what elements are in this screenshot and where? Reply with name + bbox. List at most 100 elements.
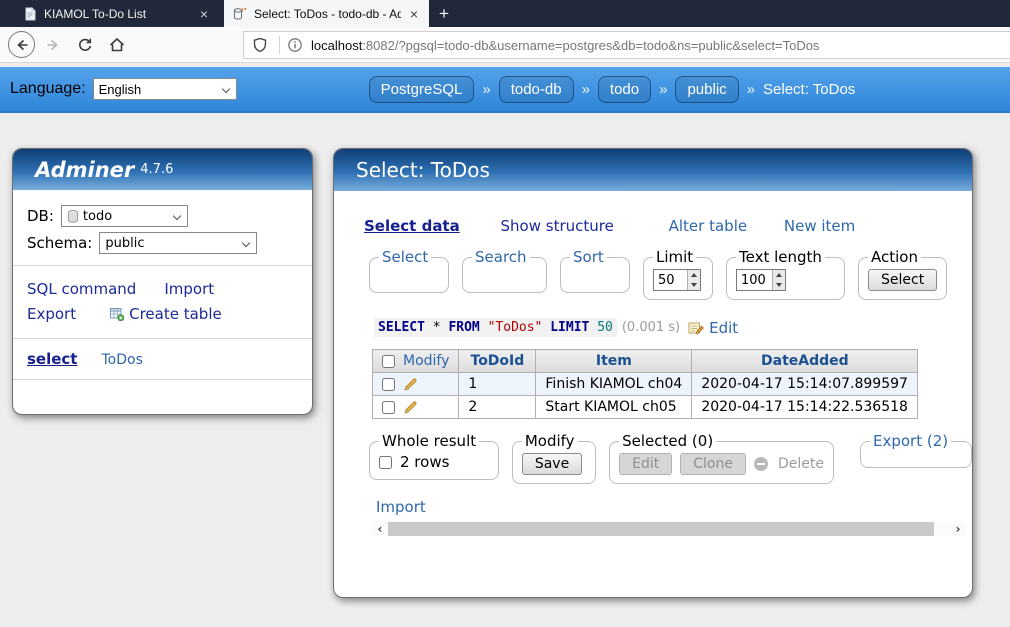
schema-label: Schema: (27, 234, 92, 252)
tab-select-data[interactable]: Select data (364, 217, 460, 235)
sort-fieldset: Sort (560, 248, 630, 293)
breadcrumb-server[interactable]: PostgreSQL (369, 76, 475, 103)
import-result-link[interactable]: Import (376, 498, 426, 516)
select-all-checkbox[interactable] (382, 355, 395, 368)
cell-dateadded: 2020-04-17 15:14:07.899597 (692, 373, 918, 396)
tab-kiamol-todo-list[interactable]: KIAMOL To-Do List × (14, 0, 219, 27)
tab-adminer-select-todos[interactable]: Select: ToDos - todo-db - Admi × (224, 0, 429, 27)
sidebar-actions: SQL command Import Export Create table (13, 277, 312, 327)
back-icon[interactable] (8, 31, 35, 58)
schema-selector-row: Schema: public (27, 232, 298, 254)
modify-column-link[interactable]: Modify (403, 353, 449, 369)
limit-legend: Limit (653, 248, 696, 266)
create-table-icon (110, 307, 124, 321)
create-table-link[interactable]: Create table (129, 305, 222, 323)
edit-pencil-icon[interactable] (403, 400, 418, 415)
cell-todoid: 1 (459, 373, 536, 396)
scroll-right-icon[interactable]: › (950, 522, 966, 536)
sql-command-link[interactable]: SQL command (27, 280, 136, 298)
language-select[interactable]: English (93, 78, 237, 100)
tab-alter-table[interactable]: Alter table (669, 217, 747, 235)
divider (13, 338, 312, 339)
breadcrumb-current-page: Select: ToDos (763, 81, 855, 98)
db-selector-row: DB: todo (27, 205, 298, 227)
refresh-icon[interactable] (71, 31, 99, 59)
horizontal-scrollbar[interactable]: ‹ › (372, 522, 966, 536)
save-button[interactable]: Save (522, 453, 582, 475)
select-table-link[interactable]: select (27, 350, 77, 368)
chevron-down-icon (173, 212, 181, 220)
search-fieldset: Search (462, 248, 547, 293)
divider (279, 36, 280, 54)
cell-todoid: 2 (459, 396, 536, 419)
tab-title: Select: ToDos - todo-db - Admi (254, 7, 401, 21)
db-selected-value: todo (83, 209, 112, 224)
forward-icon[interactable] (39, 31, 67, 59)
cell-item: Start KIAMOL ch05 (536, 396, 692, 419)
chevron-down-icon (242, 239, 250, 247)
column-header-item[interactable]: Item (545, 353, 682, 369)
scrollbar-thumb[interactable] (388, 522, 934, 536)
spinner-buttons[interactable] (772, 270, 785, 290)
edit-query-icon (688, 320, 704, 336)
query-time: (0.001 s) (622, 320, 680, 335)
breadcrumb-schema[interactable]: public (675, 76, 738, 103)
edit-query-link[interactable]: Edit (709, 319, 738, 337)
action-fieldset: Action Select (858, 248, 947, 300)
url-bar[interactable]: localhost:8082/?pgsql=todo-db&username=p… (243, 31, 1010, 59)
result-table: Modify ToDoId Item DateAdded (372, 349, 918, 419)
limit-input[interactable]: 50 (653, 269, 701, 291)
column-header-dateadded[interactable]: DateAdded (701, 353, 908, 369)
language-selected-value: English (99, 82, 142, 97)
sort-link[interactable]: Sort (573, 248, 604, 266)
close-icon[interactable]: × (408, 6, 420, 22)
sql-query: SELECT * FROM "ToDos" LIMIT 50 (374, 318, 617, 337)
search-link[interactable]: Search (475, 248, 527, 266)
database-favicon (233, 7, 247, 21)
spinner-buttons[interactable] (687, 270, 700, 290)
page-title: Select: ToDos (334, 149, 972, 191)
new-tab-button[interactable]: + (429, 0, 459, 27)
info-icon[interactable] (287, 37, 303, 53)
edit-pencil-icon[interactable] (403, 377, 418, 392)
browser-window: KIAMOL To-Do List × Select: ToDos - todo… (0, 0, 1010, 627)
breadcrumb-database-server[interactable]: todo-db (499, 76, 574, 103)
table-row: 2 Start KIAMOL ch05 2020-04-17 15:14:22.… (373, 396, 918, 419)
delete-icon (754, 457, 768, 471)
import-link[interactable]: Import (164, 280, 214, 298)
export-result-link[interactable]: Export (2) (873, 432, 948, 450)
select-columns-link[interactable]: Select (382, 248, 428, 266)
shield-icon[interactable] (252, 37, 268, 53)
clone-button[interactable]: Clone (680, 453, 746, 475)
text-length-input[interactable]: 100 (736, 269, 786, 291)
schema-select[interactable]: public (99, 232, 257, 254)
table-action-tabs: Select data Show structure Alter table N… (364, 217, 972, 235)
close-icon[interactable]: × (198, 6, 210, 22)
column-header-todoid[interactable]: ToDoId (468, 353, 526, 369)
tab-new-item[interactable]: New item (784, 217, 855, 235)
app-version: 4.7.6 (140, 162, 173, 177)
db-select[interactable]: todo (61, 205, 188, 227)
tab-show-structure[interactable]: Show structure (501, 217, 614, 235)
text-length-value: 100 (737, 270, 772, 290)
app-logo[interactable]: Adminer (35, 158, 134, 182)
limit-value: 50 (654, 270, 687, 290)
select-submit-button[interactable]: Select (868, 269, 937, 291)
edit-selected-button[interactable]: Edit (619, 453, 672, 475)
sidebar-panel: Adminer 4.7.6 DB: todo Schema: public SQ… (12, 148, 313, 415)
scroll-left-icon[interactable]: ‹ (372, 522, 388, 536)
url-host: localhost (311, 38, 362, 53)
action-legend: Action (868, 248, 921, 266)
delete-label[interactable]: Delete (778, 456, 824, 472)
sidebar-table-todos[interactable]: ToDos (101, 352, 142, 368)
breadcrumb-database[interactable]: todo (598, 76, 651, 103)
breadcrumb-separator: » (582, 81, 590, 98)
export-link[interactable]: Export (27, 305, 76, 323)
schema-selected-value: public (105, 236, 144, 251)
row-checkbox[interactable] (382, 401, 395, 414)
cell-item: Finish KIAMOL ch04 (536, 373, 692, 396)
whole-result-checkbox[interactable] (379, 456, 392, 469)
home-icon[interactable] (103, 31, 131, 59)
divider (13, 379, 312, 380)
row-checkbox[interactable] (382, 378, 395, 391)
